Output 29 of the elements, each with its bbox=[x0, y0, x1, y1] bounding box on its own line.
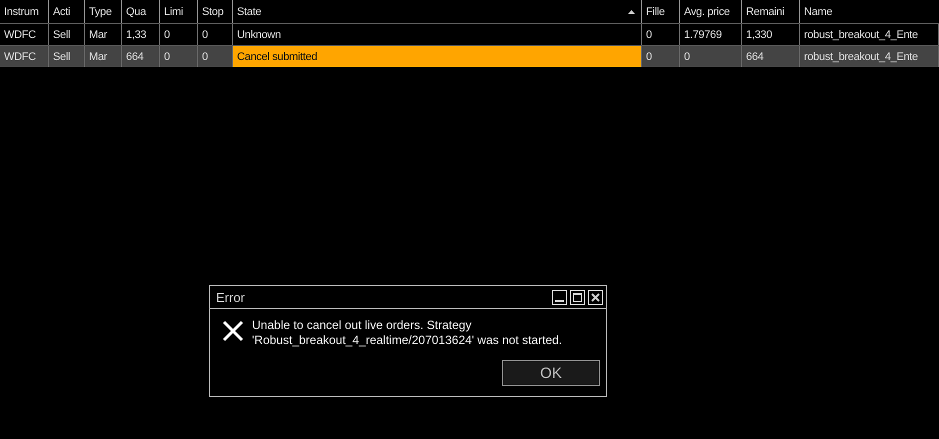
table-cell: Sell bbox=[49, 46, 85, 67]
table-cell: Cancel submitted bbox=[233, 46, 642, 67]
close-icon[interactable] bbox=[588, 290, 603, 304]
table-cell: WDFC bbox=[0, 46, 49, 67]
column-header[interactable]: Fille bbox=[642, 0, 680, 23]
column-header[interactable]: Limi bbox=[160, 0, 198, 23]
column-header[interactable]: Stop bbox=[198, 0, 233, 23]
error-message: Unable to cancel out live orders. Strategy 'Robust_breakout_4_realtime/207013624' was not started. bbox=[252, 318, 564, 348]
table-cell: 0 bbox=[160, 46, 198, 67]
dialog-title: Error bbox=[216, 290, 245, 304]
column-header[interactable]: Instrum bbox=[0, 0, 49, 23]
column-header[interactable]: Qua bbox=[122, 0, 160, 23]
column-header[interactable]: Acti bbox=[49, 0, 85, 23]
maximize-icon[interactable] bbox=[570, 290, 585, 304]
ok-button[interactable]: OK bbox=[502, 360, 600, 386]
column-header[interactable]: State bbox=[233, 0, 642, 23]
error-icon bbox=[222, 320, 244, 342]
column-header[interactable]: Name bbox=[800, 0, 939, 23]
table-cell: 664 bbox=[122, 46, 160, 67]
column-header[interactable]: Remaini bbox=[742, 0, 800, 23]
minimize-icon[interactable] bbox=[552, 290, 567, 304]
table-cell: Mar bbox=[85, 46, 122, 67]
column-header[interactable]: Type bbox=[85, 0, 122, 23]
table-cell: 664 bbox=[742, 46, 800, 67]
table-cell: 0 bbox=[642, 46, 680, 67]
sort-ascending-icon bbox=[628, 10, 635, 14]
table-cell: robust_breakout_4_Ente bbox=[800, 46, 939, 67]
table-cell: 0 bbox=[680, 46, 742, 67]
column-header[interactable]: Avg. price bbox=[680, 0, 742, 23]
